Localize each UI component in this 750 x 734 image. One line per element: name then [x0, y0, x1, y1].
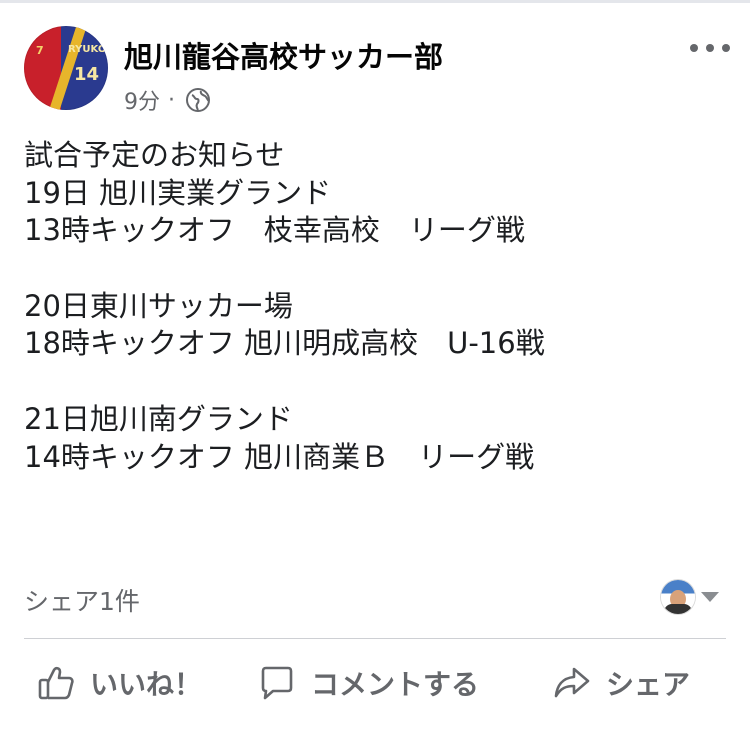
- avatar-jersey-number-right: 14: [74, 64, 100, 85]
- globe-icon: [186, 88, 210, 112]
- more-dot: [690, 44, 698, 52]
- post-body-line: 20日東川サッカー場: [24, 288, 293, 323]
- like-label: いいね！: [90, 668, 203, 701]
- page-name[interactable]: 旭川龍谷高校サッカー部: [124, 34, 443, 76]
- post-body-line: 21日旭川南グランド: [24, 401, 293, 436]
- action-bar: いいね！ コメントする シェア: [0, 655, 750, 711]
- share-arrow-icon: [554, 667, 590, 698]
- page-avatar[interactable]: 7 RYUKOK 14: [24, 26, 108, 110]
- avatar-jersey-number-left: 7: [36, 44, 44, 57]
- divider: [24, 638, 726, 639]
- share-button[interactable]: シェア: [554, 655, 690, 711]
- comment-button[interactable]: コメントする: [259, 655, 479, 711]
- like-button[interactable]: いいね！: [38, 655, 202, 711]
- post-body-line: 19日 旭川実業グランド: [24, 175, 332, 210]
- post-body-line: 14時キックオフ 旭川商業Ｂ リーグ戦: [24, 439, 535, 474]
- avatar-jersey-name: RYUKOK: [68, 44, 108, 55]
- more-horizontal-icon[interactable]: [690, 36, 730, 60]
- facebook-post: 7 RYUKOK 14 旭川龍谷高校サッカー部 9分 · 試合予定のお知らせ 1…: [0, 0, 750, 734]
- share-count[interactable]: シェア1件: [24, 582, 140, 618]
- post-timestamp[interactable]: 9分: [124, 84, 160, 116]
- comment-label: コメントする: [311, 668, 480, 701]
- comment-bubble-icon: [261, 666, 293, 700]
- more-dot: [722, 44, 730, 52]
- more-dot: [706, 44, 714, 52]
- meta-separator: ·: [168, 87, 175, 113]
- post-body-line: 試合予定のお知らせ: [24, 138, 285, 172]
- share-label: シェア: [606, 668, 691, 701]
- sharer-avatar[interactable]: [661, 580, 695, 614]
- post-body-line: [24, 363, 724, 401]
- avatar-shirt: [664, 604, 692, 614]
- post-body: 試合予定のお知らせ 19日 旭川実業グランド 13時キックオフ 枝幸高校 リーグ…: [24, 137, 724, 476]
- post-meta: 9分 ·: [124, 84, 211, 116]
- post-body-line: 13時キックオフ 枝幸高校 リーグ戦: [24, 213, 525, 248]
- caret-down-icon[interactable]: [701, 592, 719, 602]
- post-body-line: [24, 250, 724, 288]
- post-body-line: 18時キックオフ 旭川明成高校 U-16戦: [24, 326, 545, 361]
- thumbs-up-icon: [38, 666, 74, 700]
